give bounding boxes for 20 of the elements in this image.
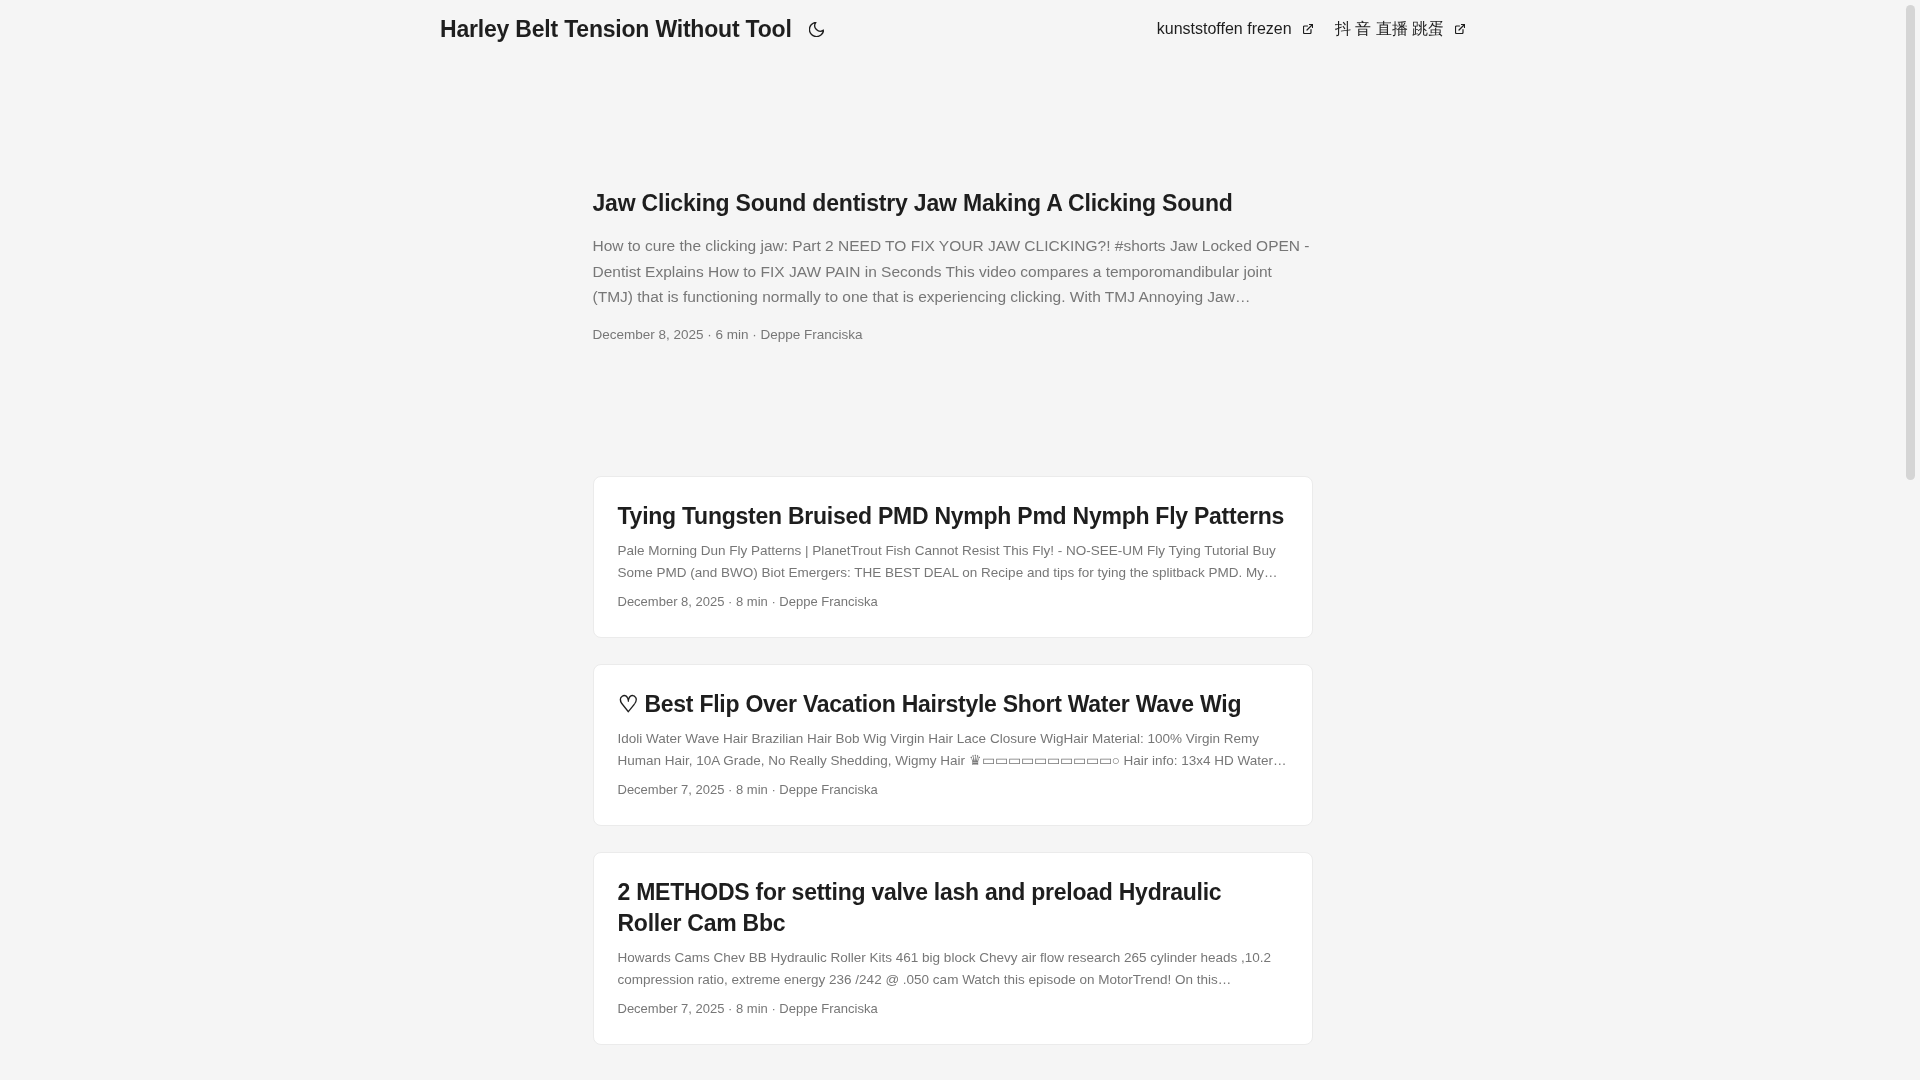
nav-link[interactable]: kunststoffen frezen bbox=[1156, 18, 1313, 40]
theme-toggle-button[interactable] bbox=[808, 21, 824, 37]
site-title[interactable]: Harley Belt Tension Without Tool bbox=[440, 15, 792, 43]
post-summary: Idoli Water Wave Hair Brazilian Hair Bob Wig Virgin Hair Lace Closure WigHair Material: 100% Virgin Remy Human Hair, 10A Grade, No Really Shedding, Wigmy Hair ♛▭▭▭▭▭▭▭▭▭▭○ Hair info: 13x4 HD Water… bbox=[617, 729, 1288, 770]
external-link-icon bbox=[1302, 24, 1313, 34]
post-meta: December 7, 2025 · 8 min · Deppe Franciska bbox=[617, 999, 879, 1018]
featured-post-title[interactable]: Jaw Clicking Sound dentistry Jaw Making A Clicking Sound bbox=[592, 188, 1313, 219]
post-summary: How to cure the clicking jaw: Part 2 NEED TO FIX YOUR JAW CLICKING?! #shorts Jaw Locked OPEN - Dentist Explains How to FIX JAW PAIN in Seconds This video compares a temporomandibular joint (TMJ) that is functioning normally to one that is experiencing clicking. With TMJ Annoying Jaw… bbox=[592, 236, 1311, 307]
post-summary: Pale Morning Dun Fly Patterns | PlanetTrout Fish Cannot Resist This Fly! - NO-SEE-UM Fly Tying Tutorial Buy Some PMD (and BWO) Biot Emergers: THE BEST DEAL on Recipe and tips for tying the splitback PMD. My… bbox=[617, 541, 1279, 582]
post-summary: Howards Cams Chev BB Hydraulic Roller Kits 461 big block Chevy air flow research 265 cylinder heads ,10.2 compression ratio, extreme energy 236 /242 @ .050 cam Watch this episode on MotorTrend! On this… bbox=[617, 948, 1273, 989]
post-meta: December 7, 2025 · 8 min · Deppe Franciska bbox=[617, 780, 879, 799]
scrollbar-thumb[interactable] bbox=[1906, 5, 1915, 480]
nav-link[interactable]: 抖 音 直播 跳蛋 bbox=[1334, 18, 1465, 40]
post-title: 2 METHODS for setting valve lash and preload Hydraulic Roller Cam Bbc bbox=[617, 877, 1223, 938]
post-title: ♡ Best Flip Over Vacation Hairstyle Short Water Wave Wig bbox=[617, 689, 1243, 719]
post-meta: December 8, 2025 · 6 min · Deppe Franciska bbox=[592, 325, 864, 344]
post-meta: December 8, 2025 · 8 min · Deppe Franciska bbox=[617, 592, 879, 611]
moon-icon bbox=[808, 21, 824, 37]
external-link-icon bbox=[1455, 24, 1465, 34]
post-title: Tying Tungsten Bruised PMD Nymph Pmd Nymph Fly Patterns bbox=[617, 501, 1286, 531]
